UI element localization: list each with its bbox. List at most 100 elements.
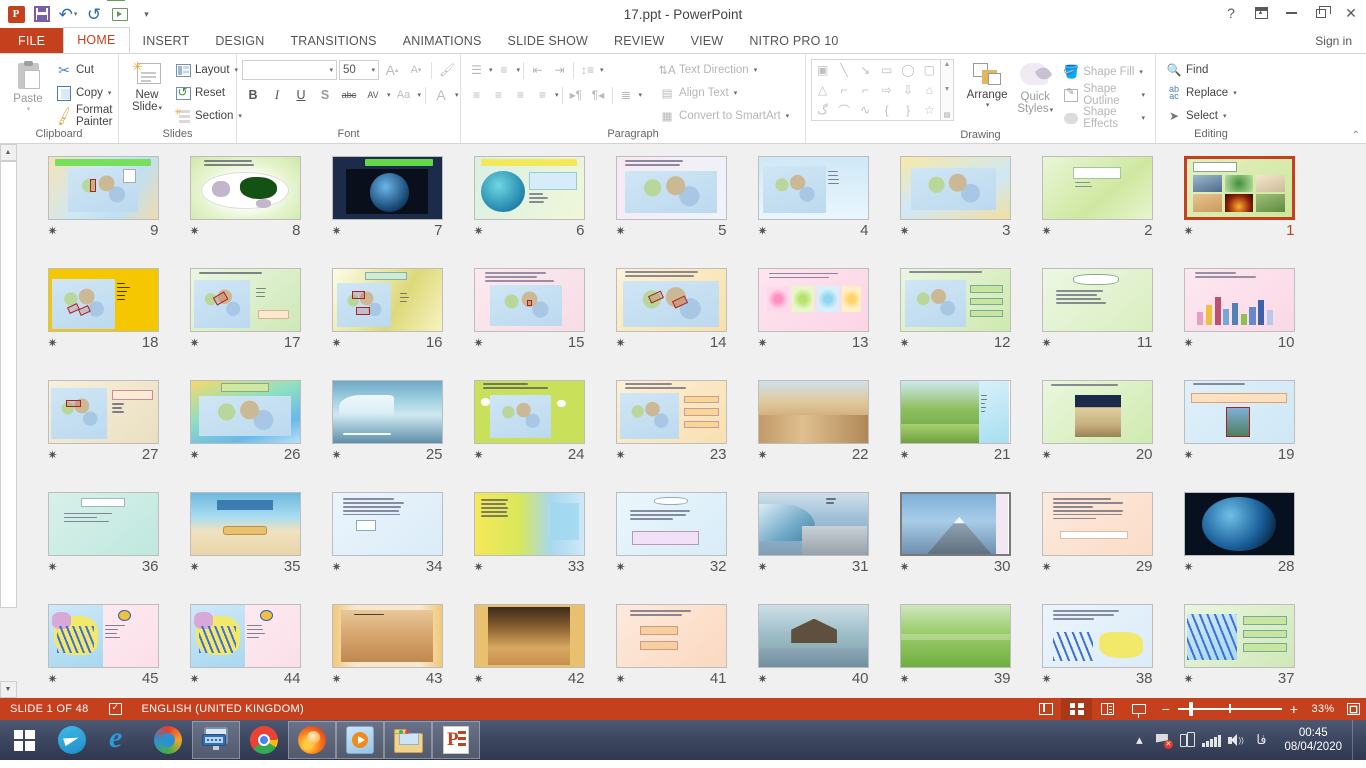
animation-star-icon[interactable]: ✷ [1184,224,1194,238]
slide-preview[interactable] [616,268,727,332]
shapes-gallery[interactable]: ▣ ╲ ↘ ▭ ◯ ▢ △ ⌐ ⌐ ⇨ ⇩ ⌂ ﮒ ⌒ ∿ { } [811,59,941,121]
slide-preview[interactable] [1042,492,1153,556]
slide-preview[interactable] [900,604,1011,668]
animation-star-icon[interactable]: ✷ [758,224,768,238]
thumbnail-wrapper[interactable] [1042,268,1153,332]
slide-thumbnail-12[interactable]: ✷12 [884,268,1026,368]
signal-strength-icon[interactable] [1200,720,1222,760]
line-spacing-button[interactable]: ↕≡ [577,60,598,81]
file-explorer-icon[interactable] [384,721,432,759]
slide-preview[interactable] [616,156,727,220]
bullets-button[interactable]: ☰ [466,60,487,81]
slide-thumbnail-35[interactable]: ✷35 [174,492,316,592]
slide-preview[interactable] [48,492,159,556]
thumbnail-wrapper[interactable] [616,268,727,332]
animation-star-icon[interactable]: ✷ [1184,336,1194,350]
thumbnail-wrapper[interactable] [474,492,585,556]
proofing-status-icon[interactable] [99,698,132,720]
slide-sorter-view-button[interactable] [1061,698,1092,720]
thumbnail-wrapper[interactable] [332,156,443,220]
media-player-icon[interactable] [336,721,384,759]
ribbon-display-options-icon[interactable] [1246,0,1276,26]
shape-rounded-rect-icon[interactable]: ▢ [919,60,940,80]
animation-star-icon[interactable]: ✷ [1184,560,1194,574]
slide-preview[interactable] [1184,492,1295,556]
animation-star-icon[interactable]: ✷ [616,672,626,686]
animation-star-icon[interactable]: ✷ [900,224,910,238]
slide-preview[interactable] [190,492,301,556]
network-error-icon[interactable]: ✕ [1152,720,1174,760]
slide-preview[interactable] [332,604,443,668]
thumbnail-wrapper[interactable] [190,380,301,444]
animation-star-icon[interactable]: ✷ [616,448,626,462]
thumbnail-wrapper[interactable] [758,268,869,332]
shape-left-brace-icon[interactable]: { [876,100,897,120]
slide-thumbnail-10[interactable]: ✷10 [1168,268,1310,368]
shape-elbow-connector-icon[interactable]: ⌐ [833,80,854,100]
slide-preview[interactable] [332,380,443,444]
animation-star-icon[interactable]: ✷ [900,336,910,350]
normal-view-button[interactable] [1030,698,1061,720]
shape-textbox-icon[interactable]: ▣ [812,60,833,80]
slide-preview[interactable] [1184,604,1295,668]
language-indicator[interactable]: فا [1248,720,1274,760]
restore-icon[interactable] [1306,0,1336,26]
thumbnail-wrapper[interactable] [48,492,159,556]
slide-thumbnail-2[interactable]: ✷2 [1026,156,1168,256]
slide-preview[interactable] [758,492,869,556]
slide-thumbnail-41[interactable]: ✷41 [600,604,742,698]
slide-thumbnail-45[interactable]: ✷45 [32,604,174,698]
slide-thumbnail-37[interactable]: ✷37 [1168,604,1310,698]
animation-star-icon[interactable]: ✷ [48,672,58,686]
show-hidden-icons-button[interactable]: ▴ [1128,720,1150,760]
firefox-icon[interactable] [288,721,336,759]
align-right-button[interactable]: ≡ [510,85,531,106]
underline-button[interactable]: U [290,85,312,106]
slide-thumbnail-22[interactable]: ✷22 [742,380,884,480]
increase-indent-button[interactable]: ⇥ [549,60,570,81]
animation-star-icon[interactable]: ✷ [474,448,484,462]
increase-font-size-button[interactable]: A▴ [381,60,403,81]
slide-thumbnail-27[interactable]: ✷27 [32,380,174,480]
animation-star-icon[interactable]: ✷ [1042,224,1052,238]
slide-thumbnail-28[interactable]: ✷28 [1168,492,1310,592]
thumbnail-wrapper[interactable] [616,492,727,556]
zoom-in-button[interactable]: + [1288,702,1300,716]
thumbnail-wrapper[interactable] [190,492,301,556]
slide-preview[interactable] [332,156,443,220]
thumbnail-wrapper[interactable] [332,268,443,332]
animation-star-icon[interactable]: ✷ [758,336,768,350]
replace-button[interactable]: abac Replace▾ [1161,82,1242,104]
tab-animations[interactable]: ANIMATIONS [390,28,495,53]
justify-button[interactable]: ≡ [532,85,553,106]
animation-star-icon[interactable]: ✷ [190,336,200,350]
shape-fill-button[interactable]: 🪣 Shape Fill▾ [1058,61,1150,83]
thumbnail-wrapper[interactable] [332,380,443,444]
slide-preview[interactable] [48,268,159,332]
align-text-button[interactable]: ▤ Align Text▾ [654,82,794,104]
shape-oval-icon[interactable]: ◯ [897,60,918,80]
shape-arrow-icon[interactable]: ↘ [855,60,876,80]
tab-nitro-pro-10[interactable]: NITRO PRO 10 [736,28,851,53]
zoom-percentage-label[interactable]: 33% [1306,703,1340,715]
telegram-icon[interactable] [48,721,96,759]
thumbnail-wrapper[interactable] [474,268,585,332]
slide-preview[interactable] [474,268,585,332]
slide-thumbnail-36[interactable]: ✷36 [32,492,174,592]
thumbnail-wrapper[interactable] [190,268,301,332]
slide-thumbnail-4[interactable]: ✷4 [742,156,884,256]
slide-preview[interactable] [616,604,727,668]
thumbnail-wrapper[interactable] [1184,492,1295,556]
thumbnail-wrapper[interactable] [758,380,869,444]
undo-icon[interactable]: ↶▾ [56,2,80,26]
slide-preview[interactable] [1042,604,1153,668]
thumbnail-wrapper[interactable] [332,492,443,556]
shape-elbow-arrow-icon[interactable]: ⌐ [855,80,876,100]
change-case-button[interactable]: Aa [393,85,415,106]
slide-preview[interactable] [758,156,869,220]
shape-arc-icon[interactable]: ⌒ [833,100,854,120]
scroll-down-button[interactable]: ▼ [0,681,17,698]
cut-button[interactable]: ✂ Cut [51,59,117,81]
animation-star-icon[interactable]: ✷ [474,672,484,686]
copy-button[interactable]: Copy ▾ [51,82,117,104]
